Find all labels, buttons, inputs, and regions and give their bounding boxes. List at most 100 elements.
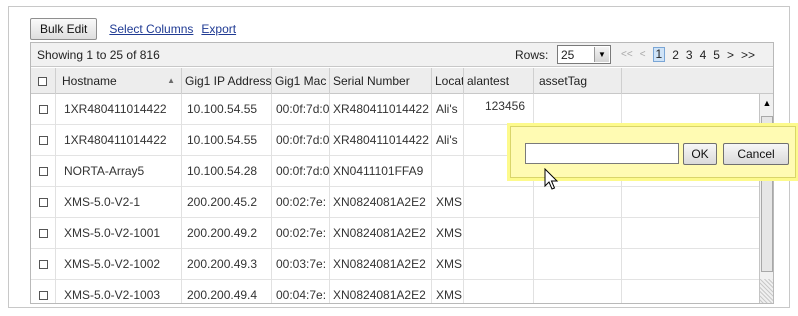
column-header-location[interactable]: Location [432,68,464,94]
mac-cell: 00:0f:7d:0 [272,94,330,125]
select-all-header [31,68,56,94]
mac-cell: 00:0f:7d:0 [272,156,330,187]
column-label: Serial Number [333,74,410,88]
page-link-current[interactable]: 1 [652,47,666,62]
grid-info-bar: Showing 1 to 25 of 816 Rows: 25 ▼ << < 1… [31,43,773,67]
select-all-checkbox[interactable] [38,77,47,87]
next-page-link[interactable]: > [727,48,734,62]
ip-cell: 200.200.49.3 [182,249,272,280]
hostname-cell[interactable]: XMS-5.0-V2-1001 [56,218,182,249]
serial-cell: XR480411014422 [330,94,432,125]
spare-cell [622,94,759,125]
page-link[interactable]: 3 [686,48,693,62]
hostname-cell[interactable]: XMS-5.0-V2-1003 [56,280,182,303]
first-page-link[interactable]: << [621,49,633,62]
column-header-gig1-mac[interactable]: Gig1 Mac Address [272,68,330,94]
location-cell: XMS [432,187,464,218]
record-count: Showing 1 to 25 of 816 [37,48,160,62]
mac-cell: 00:03:7e: [272,249,330,280]
rows-label: Rows: [515,48,549,62]
mac-cell: 00:0f:7d:0 [272,125,330,156]
column-header-serial-number[interactable]: Serial Number [330,68,432,94]
assettag-cell [534,280,622,303]
column-header-hostname[interactable]: Hostname ▲ [56,68,182,94]
serial-cell: XN0824081A2E2 [330,187,432,218]
assettag-cell [534,249,622,280]
page-link[interactable]: 4 [700,48,707,62]
table-row[interactable]: XMS-5.0-V2-1002 200.200.49.3 00:03:7e: X… [31,249,759,280]
spare-cell [622,218,759,249]
ip-cell: 10.100.54.28 [182,156,272,187]
location-cell [432,156,464,187]
location-cell: XMS [432,218,464,249]
assettag-cell [534,218,622,249]
column-label: Gig1 Mac Address [275,74,329,88]
table-row[interactable]: XMS-5.0-V2-1 200.200.45.2 00:02:7e: XN08… [31,187,759,218]
column-header-spare [622,68,773,94]
row-checkbox[interactable] [39,229,48,239]
column-label: Gig1 IP Address [185,74,272,88]
hostname-cell[interactable]: XMS-5.0-V2-1 [56,187,182,218]
hostname-cell[interactable]: 1XR480411014422 [56,94,182,125]
rows-per-page-value: 25 [561,48,575,62]
bulk-edit-button[interactable]: Bulk Edit [30,18,98,40]
scroll-up-icon[interactable]: ▲ [760,96,773,111]
row-select-cell [31,280,56,303]
cancel-button[interactable]: Cancel [723,143,789,165]
spare-cell [622,249,759,280]
column-header-alantest[interactable]: alantest [464,68,534,94]
column-label: assetTag [539,74,588,88]
location-cell: XMS [432,280,464,303]
page-link[interactable]: 2 [672,48,679,62]
column-label: Location [435,74,463,88]
row-select-cell [31,218,56,249]
assettag-cell [534,94,622,125]
location-cell: Ali's [432,94,464,125]
hostname-cell[interactable]: NORTA-Array5 [56,156,182,187]
spare-cell [622,280,759,303]
location-cell: XMS [432,249,464,280]
ip-cell: 200.200.49.4 [182,280,272,303]
chevron-down-icon[interactable]: ▼ [594,47,609,62]
hostname-cell[interactable]: 1XR480411014422 [56,125,182,156]
mac-cell: 00:02:7e: [272,187,330,218]
row-checkbox[interactable] [39,198,48,208]
ok-button[interactable]: OK [683,143,717,165]
resize-grip [760,279,773,303]
cell-edit-input[interactable] [525,143,679,164]
column-label: Hostname [62,74,117,88]
table-row[interactable]: XMS-5.0-V2-1001 200.200.49.2 00:02:7e: X… [31,218,759,249]
mac-cell: 00:02:7e: [272,218,330,249]
sort-ascending-icon: ▲ [167,76,175,85]
serial-cell: XR480411014422 [330,125,432,156]
row-select-cell [31,156,56,187]
last-page-link[interactable]: >> [741,48,755,62]
page-link[interactable]: 5 [713,48,720,62]
alantest-cell [464,187,534,218]
alantest-cell: 123456 [464,94,534,125]
column-header-assettag[interactable]: assetTag [534,68,622,94]
row-select-cell [31,187,56,218]
rows-per-page-select[interactable]: 25 ▼ [557,45,611,64]
row-checkbox[interactable] [39,136,48,146]
hostname-cell[interactable]: XMS-5.0-V2-1002 [56,249,182,280]
table-row[interactable]: 1XR480411014422 10.100.54.55 00:0f:7d:0 … [31,94,759,125]
ip-cell: 10.100.54.55 [182,125,272,156]
table-row[interactable]: XMS-5.0-V2-1003 200.200.49.4 00:04:7e: X… [31,280,759,303]
select-columns-link[interactable]: Select Columns [109,22,193,36]
export-link[interactable]: Export [201,22,236,36]
column-header-gig1-ip[interactable]: Gig1 IP Address [182,68,272,94]
row-checkbox[interactable] [39,260,48,270]
row-select-cell [31,249,56,280]
row-select-cell [31,94,56,125]
row-checkbox[interactable] [39,105,48,115]
prev-page-link[interactable]: < [640,49,646,62]
row-checkbox[interactable] [39,167,48,177]
row-checkbox[interactable] [39,291,48,301]
ip-cell: 200.200.49.2 [182,218,272,249]
spare-cell [622,187,759,218]
serial-cell: XN0411101FFA9 [330,156,432,187]
serial-cell: XN0824081A2E2 [330,280,432,303]
alantest-cell [464,218,534,249]
mac-cell: 00:04:7e: [272,280,330,303]
